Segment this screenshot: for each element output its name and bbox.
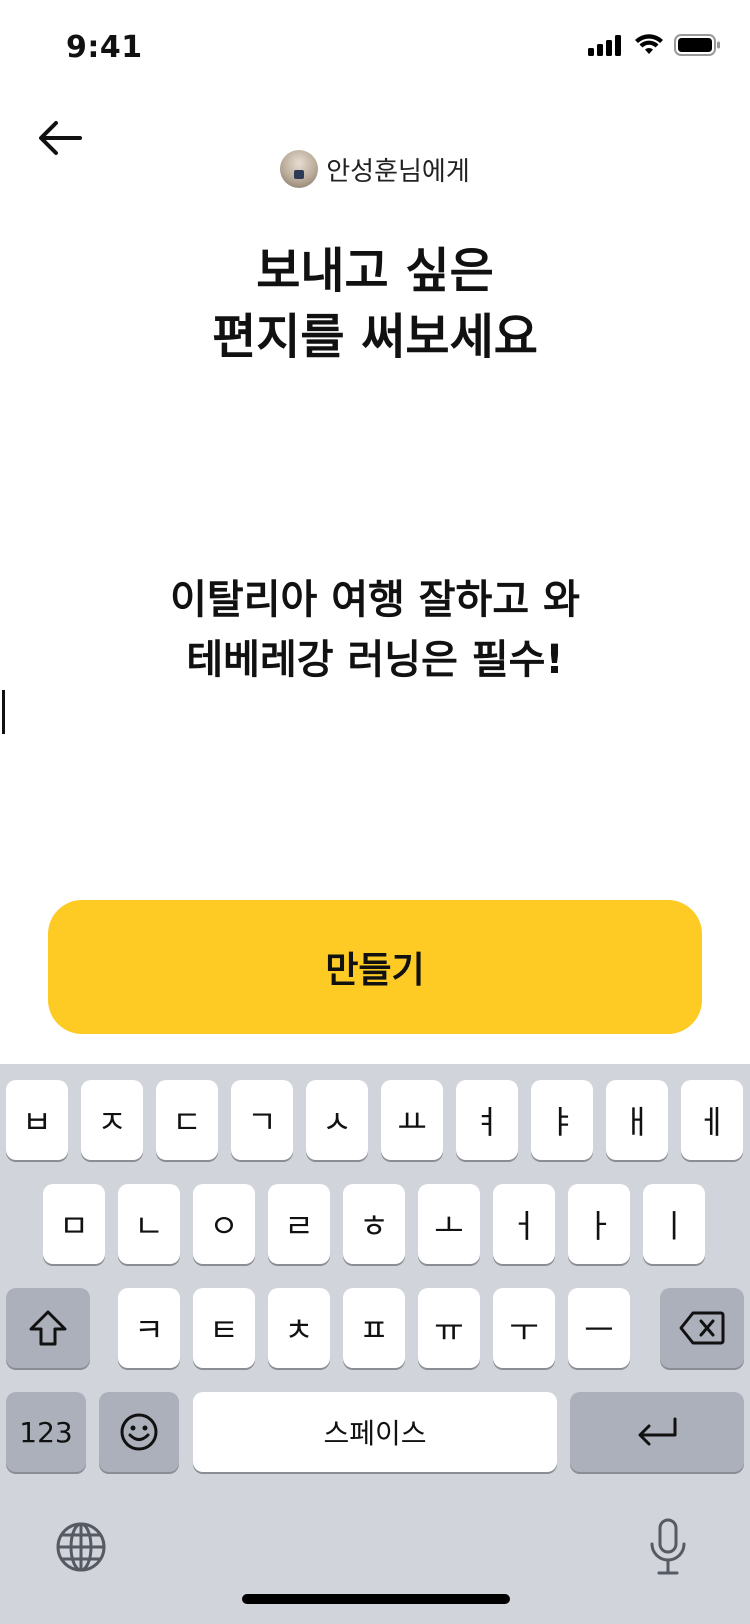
delete-key[interactable] — [660, 1288, 744, 1368]
wifi-icon — [635, 34, 663, 54]
key-pieup[interactable]: ㅍ — [343, 1288, 405, 1368]
letter-input[interactable]: 이탈리아 여행 잘하고 와 테베레강 러닝은 필수! — [0, 570, 750, 734]
key-eo[interactable]: ㅓ — [493, 1184, 555, 1264]
avatar — [280, 150, 319, 188]
key-jieut[interactable]: ㅈ — [81, 1080, 143, 1160]
shift-icon — [29, 1310, 67, 1346]
key-ae[interactable]: ㅐ — [606, 1080, 668, 1160]
emoji-key[interactable] — [99, 1392, 179, 1472]
key-rieul[interactable]: ㄹ — [268, 1184, 330, 1264]
key-tieut[interactable]: ㅌ — [193, 1288, 255, 1368]
home-indicator — [242, 1594, 510, 1604]
key-eu[interactable]: ㅡ — [568, 1288, 630, 1368]
cellular-signal-icon — [588, 34, 624, 56]
key-yu[interactable]: ㅠ — [418, 1288, 480, 1368]
letter-line-1: 이탈리아 여행 잘하고 와 — [170, 577, 580, 623]
key-digeut[interactable]: ㄷ — [156, 1080, 218, 1160]
key-bieup[interactable]: ㅂ — [6, 1080, 68, 1160]
key-yeo[interactable]: ㅕ — [456, 1080, 518, 1160]
key-a[interactable]: ㅏ — [568, 1184, 630, 1264]
key-ya[interactable]: ㅑ — [531, 1080, 593, 1160]
microphone-icon — [650, 1518, 686, 1575]
key-mieum[interactable]: ㅁ — [43, 1184, 105, 1264]
make-button[interactable]: 만들기 — [48, 900, 702, 1034]
emoji-icon — [120, 1413, 158, 1451]
recipient: 안성훈님에게 — [0, 150, 750, 188]
battery-icon — [674, 34, 720, 56]
key-siot[interactable]: ㅅ — [306, 1080, 368, 1160]
key-nieun[interactable]: ㄴ — [118, 1184, 180, 1264]
letter-line-2: 테베레강 러닝은 필수! — [186, 637, 564, 683]
key-kieuk[interactable]: ㅋ — [118, 1288, 180, 1368]
key-giyeok[interactable]: ㄱ — [231, 1080, 293, 1160]
key-i[interactable]: ㅣ — [643, 1184, 705, 1264]
return-key[interactable] — [570, 1392, 744, 1472]
key-u[interactable]: ㅜ — [493, 1288, 555, 1368]
keyboard: ㅂ ㅈ ㄷ ㄱ ㅅ ㅛ ㅕ ㅑ ㅐ ㅔ ㅁ ㄴ ㅇ ㄹ ㅎ ㅗ ㅓ ㅏ ㅣ ㅋ … — [0, 1064, 750, 1624]
key-o[interactable]: ㅗ — [418, 1184, 480, 1264]
page-title: 보내고 싶은 편지를 써보세요 — [0, 238, 750, 370]
page-title-line-1: 보내고 싶은 — [256, 243, 494, 299]
text-cursor — [2, 690, 5, 734]
page-title-line-2: 편지를 써보세요 — [212, 309, 538, 365]
delete-icon — [679, 1311, 725, 1345]
recipient-label: 안성훈님에게 — [326, 156, 470, 187]
shift-key[interactable] — [6, 1288, 90, 1368]
key-yo[interactable]: ㅛ — [381, 1080, 443, 1160]
space-key[interactable]: 스페이스 — [193, 1392, 557, 1472]
key-ieung[interactable]: ㅇ — [193, 1184, 255, 1264]
key-hieut[interactable]: ㅎ — [343, 1184, 405, 1264]
return-icon — [638, 1417, 677, 1446]
globe-icon — [56, 1522, 106, 1572]
numbers-key[interactable]: 123 — [6, 1392, 86, 1472]
key-e[interactable]: ㅔ — [681, 1080, 743, 1160]
status-bar: 9:41 — [0, 0, 750, 100]
status-time: 9:41 — [66, 30, 143, 65]
globe-key[interactable] — [54, 1520, 108, 1574]
letter-line-2-wrap: 테베레강 러닝은 필수! — [0, 630, 750, 734]
key-chieut[interactable]: ㅊ — [268, 1288, 330, 1368]
microphone-key[interactable] — [646, 1516, 690, 1578]
status-icons — [588, 34, 720, 56]
